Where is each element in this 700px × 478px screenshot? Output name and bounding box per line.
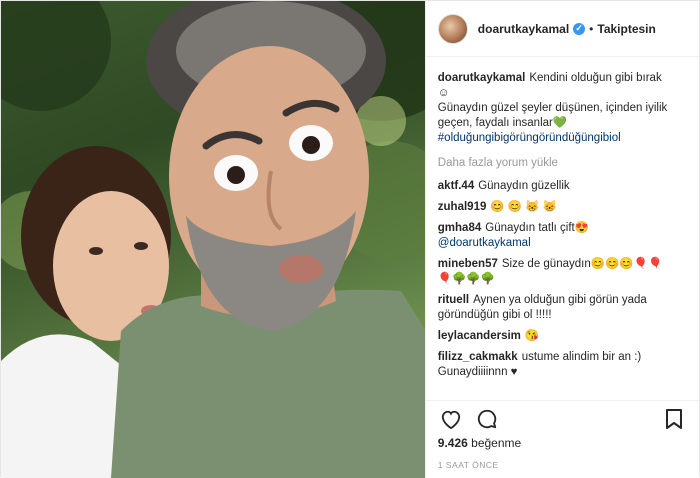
comment-text: Günaydın güzellik [478, 180, 570, 192]
list-item: mineben57 Size de günaydın😊😊😊🎈🎈 🎈🌳🌳🌳 [438, 257, 687, 287]
list-item: gmha84 Günaydın tatlı çift😍 @doarutkaykam… [438, 221, 687, 251]
verified-badge-icon: ✓ [573, 22, 586, 35]
comment-text: Size de günaydın😊😊😊🎈🎈 [501, 258, 663, 270]
comment-username[interactable]: filizz_cakmakk [438, 351, 518, 363]
post-photo[interactable] [1, 1, 425, 478]
comment-text-continued: 🎈🌳🌳🌳 [437, 273, 496, 285]
heart-icon[interactable] [438, 406, 464, 432]
comment-text: 😊 😊 😸 😸 [490, 201, 558, 213]
comment-username[interactable]: leylacandersim [438, 330, 521, 342]
comment-username[interactable]: rituell [438, 294, 469, 306]
likes-count[interactable]: 9.426 beğenme [426, 436, 699, 456]
comment-icon[interactable] [474, 406, 500, 432]
selfie-illustration [1, 1, 425, 478]
comments-list: doarutkaykamal Kendini olduğun gibi bırak… [426, 57, 699, 396]
list-item: zuhal919 😊 😊 😸 😸 [438, 200, 687, 215]
load-more-comments-link[interactable]: Daha fazla yorum yükle [438, 156, 687, 171]
caption-hashtag[interactable]: #olduğungibigörüngöründüğüngibiol [438, 132, 621, 144]
post-side-panel: doarutkaykamal ✓ • Takiptesin doarutkayk… [424, 1, 699, 478]
caption-line1: Kendini olduğun gibi bırak [529, 72, 662, 84]
comment-username[interactable]: zuhal919 [438, 201, 487, 213]
likes-number: 9.426 [437, 436, 468, 450]
list-item: leylacandersim 😘 [438, 329, 687, 344]
comment-username[interactable]: gmha84 [438, 222, 481, 234]
comment-text: Günaydın tatlı çift😍 [485, 222, 590, 234]
header-username[interactable]: doarutkaykamal [478, 22, 569, 36]
bookmark-icon[interactable] [661, 406, 687, 432]
comment-text: 😘 [524, 330, 540, 342]
separator-dot: • [589, 21, 594, 36]
list-item: aktf.44 Günaydın güzellik [438, 179, 687, 194]
caption-username[interactable]: doarutkaykamal [438, 72, 526, 84]
post-header: doarutkaykamal ✓ • Takiptesin [425, 1, 699, 57]
comment-username[interactable]: mineben57 [438, 258, 498, 270]
post-timestamp: 1 SAAT ÖNCE [437, 460, 499, 470]
comment-text: Aynen ya olduğun gibi görün yada göründü… [437, 294, 647, 321]
list-item: rituell Aynen ya olduğun gibi görün yada … [438, 293, 687, 323]
avatar[interactable] [437, 13, 468, 44]
comment-username[interactable]: aktf.44 [438, 180, 474, 192]
caption: doarutkaykamal Kendini olduğun gibi bırak… [438, 71, 687, 146]
caption-heart-emoji: 💚 [552, 117, 568, 129]
caption-emoji: ☺ [437, 87, 450, 99]
action-bar [425, 400, 699, 436]
comment-mention[interactable]: @doarutkaykamal [438, 237, 531, 249]
following-button[interactable]: Takiptesin [597, 22, 655, 36]
list-item: filizz_cakmakk ustume alindim bir an :) G… [438, 350, 687, 380]
instagram-post: doarutkaykamal ✓ • Takiptesin doarutkayk… [0, 0, 700, 478]
likes-label: beğenme [471, 436, 522, 450]
